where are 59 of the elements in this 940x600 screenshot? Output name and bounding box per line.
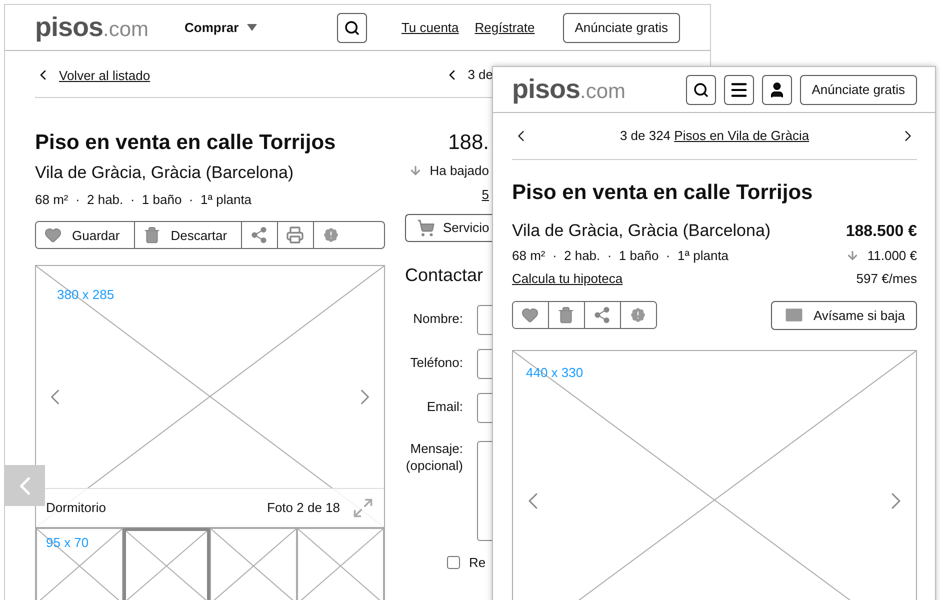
contact-title: Contactar [405,265,484,287]
down-arrow-icon [408,164,422,178]
search-icon [344,20,360,36]
price-drop: 11.000 € [867,248,917,264]
image-size-label: 440 x 330 [526,364,584,380]
trash-icon [557,306,575,324]
cart-icon [417,218,435,237]
property-specs: 68 m² · 2 hab. · 1 baño · 1ª planta [35,192,253,208]
logo[interactable]: pisos.com [35,12,149,43]
logo[interactable]: pisos.com [512,74,626,105]
printer-icon [286,226,304,244]
field-label: Nombre: [412,311,463,328]
advertise-button[interactable]: Anúnciate gratis [800,74,917,104]
share-icon [250,226,268,244]
price: 188. [448,130,489,156]
advertise-button[interactable]: Anúnciate gratis [562,12,680,42]
alert-badge-icon [322,226,340,244]
price-drop: Ha bajado [430,163,489,179]
price-alert-button[interactable]: Avísame si baja [771,300,917,330]
image-size-label: 380 x 285 [57,287,114,302]
field-label: Email: [426,399,463,416]
field-label: Teléfono: [409,355,463,372]
result-counter: 3 de 324 Pisos en Vila de Gràcia [620,128,810,144]
photo-counter: Foto 2 de 18 [267,500,340,516]
result-counter: 3 de [468,67,493,83]
mortgage-link[interactable]: Calcula tu hipoteca [512,271,623,286]
buy-menu[interactable]: Comprar [184,20,257,35]
menu-button[interactable] [724,74,754,104]
account-link[interactable]: Regístrate [474,20,535,35]
services-button[interactable]: Servicio [405,214,493,242]
photo-caption: Dormitorio [46,500,106,516]
listing-link[interactable]: Pisos en Vila de Gràcia [674,128,810,144]
fullscreen-icon[interactable] [352,497,374,520]
location: Vila de Gràcia, Gràcia (Barcelona) [35,163,295,184]
location: Vila de Gràcia, Gràcia (Barcelona) [512,221,771,242]
account-link[interactable]: Tu cuenta [401,20,459,35]
monthly-payment-link[interactable]: 5 [482,186,489,202]
checkbox-label: Re [469,554,486,570]
share-icon [593,306,611,324]
alert-badge-icon [629,306,647,324]
caret-icon [246,24,257,31]
listing-title: Piso en venta en calle Torrijos [512,180,814,206]
search-button[interactable] [337,12,368,42]
report-button[interactable] [620,302,656,328]
back-link[interactable]: Volver al listado [59,68,150,82]
down-arrow-icon [846,248,860,262]
listing-title: Piso en venta en calle Torrijos [35,130,337,156]
property-specs: 68 m² · 2 hab. · 1 baño · 1ª planta [512,248,729,264]
search-button[interactable] [686,74,716,104]
price: 188.500 € [846,222,917,241]
trash-icon [142,226,161,244]
field-label: Mensaje: (opcional) [405,440,463,475]
checkbox[interactable] [447,556,460,570]
search-icon [692,82,709,98]
image-size-label: 95 x 70 [46,535,89,550]
heart-icon [521,306,539,324]
monthly-payment: 597 €/mes [856,271,917,287]
heart-icon [44,226,62,244]
user-button[interactable] [762,74,792,104]
